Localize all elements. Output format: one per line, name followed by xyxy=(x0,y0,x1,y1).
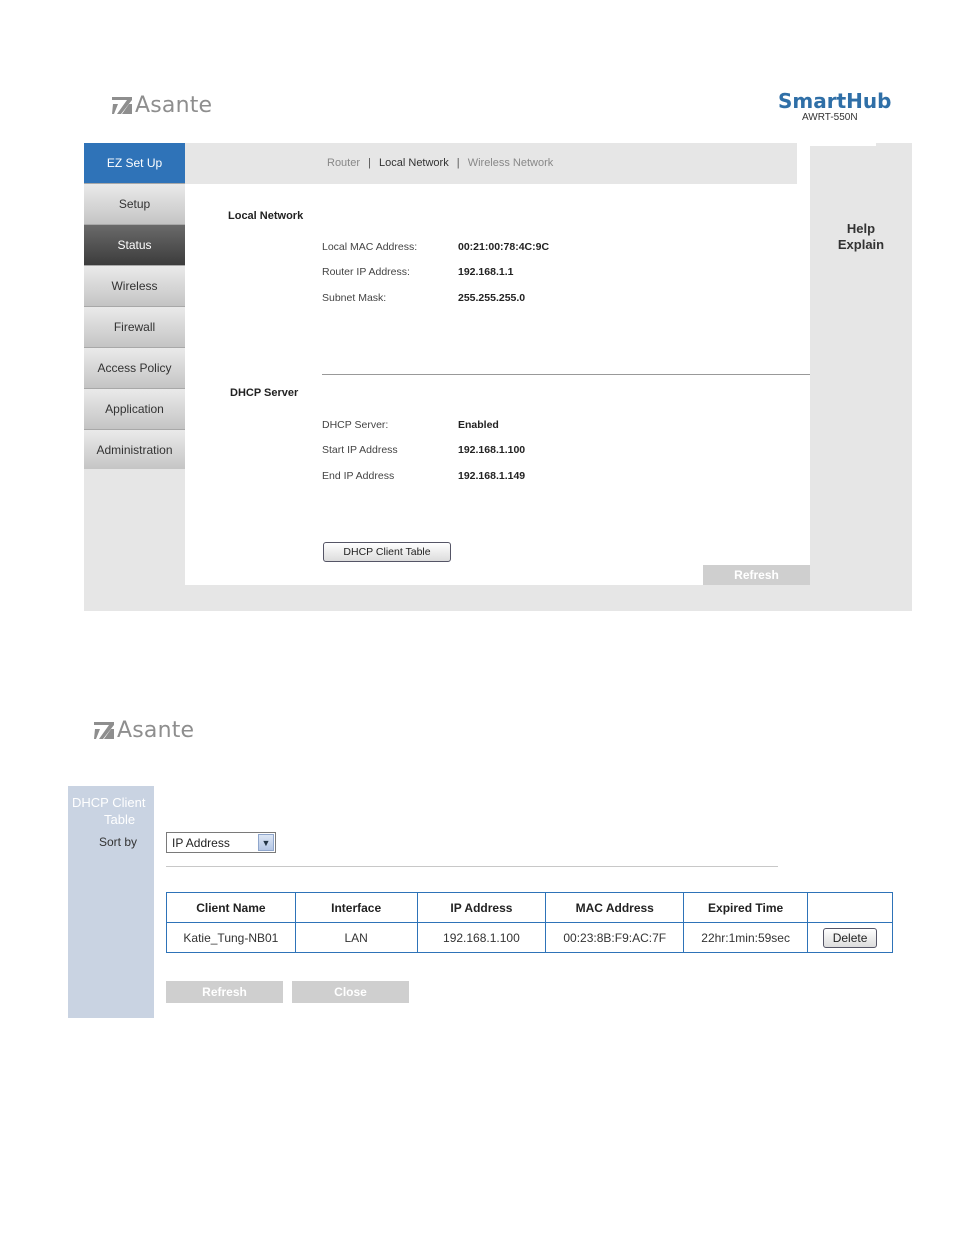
title-line-1: DHCP Client xyxy=(72,795,146,810)
dhcp-client-table: Client Name Interface IP Address MAC Add… xyxy=(166,892,893,953)
help-column xyxy=(810,143,912,585)
col-interface: Interface xyxy=(294,892,418,923)
nav-item-status[interactable]: Status xyxy=(84,225,185,266)
section-divider xyxy=(322,374,810,375)
help-explain[interactable]: Help Explain xyxy=(810,221,912,253)
subnav: Router | Local Network | Wireless Networ… xyxy=(327,157,553,169)
start-ip-value: 192.168.1.100 xyxy=(458,444,526,456)
end-ip-value: 192.168.1.149 xyxy=(458,470,526,482)
local-mac-value: 00:21:00:78:4C:9C xyxy=(458,241,550,253)
smarthub-brand: SmartHub AWRT-550N xyxy=(778,90,891,123)
subnet-mask-label: Subnet Mask: xyxy=(322,292,387,304)
table-row: Katie_Tung-NB01 LAN 192.168.1.100 00:23:… xyxy=(166,922,893,953)
nav-item-application[interactable]: Application xyxy=(84,389,185,430)
end-ip-label: End IP Address xyxy=(322,470,395,482)
logo-text: Asante xyxy=(117,718,195,743)
local-network-title: Local Network xyxy=(228,210,304,222)
explain-label: Explain xyxy=(837,237,885,252)
sidebar-filler xyxy=(84,469,185,585)
col-client-name: Client Name xyxy=(166,892,296,923)
chevron-down-icon[interactable]: ▼ xyxy=(258,834,274,851)
router-ip-label: Router IP Address: xyxy=(322,266,410,278)
sidebar-nav: EZ Set Up Setup Status Wireless Firewall… xyxy=(84,143,185,471)
close-button[interactable]: Close xyxy=(292,981,409,1003)
col-ip-address: IP Address xyxy=(416,892,547,923)
cell-expired-time: 22hr:1min:59sec xyxy=(683,922,809,953)
dhcp-client-table-button[interactable]: DHCP Client Table xyxy=(323,542,451,562)
asante-logo: Asante xyxy=(112,93,212,118)
delete-button[interactable]: Delete xyxy=(822,927,878,948)
local-mac-label: Local MAC Address: xyxy=(322,241,418,253)
nav-item-access-policy[interactable]: Access Policy xyxy=(84,348,185,389)
refresh-button[interactable]: Refresh xyxy=(166,981,283,1003)
nav-item-firewall[interactable]: Firewall xyxy=(84,307,185,348)
dhcp-server-title: DHCP Server xyxy=(230,387,299,399)
col-expired-time: Expired Time xyxy=(683,892,809,923)
divider xyxy=(166,866,778,867)
cell-client-name: Katie_Tung-NB01 xyxy=(166,922,296,953)
table-header-row: Client Name Interface IP Address MAC Add… xyxy=(166,892,893,923)
sort-by-value: IP Address xyxy=(172,835,230,850)
subnav-separator: | xyxy=(368,157,371,169)
col-action xyxy=(807,892,893,923)
brand-name: SmartHub xyxy=(778,89,892,113)
refresh-button[interactable]: Refresh xyxy=(703,565,810,585)
asante-logo-icon xyxy=(112,97,132,114)
start-ip-label: Start IP Address xyxy=(322,444,398,456)
cell-ip-address: 192.168.1.100 xyxy=(416,922,547,953)
router-ip-value: 192.168.1.1 xyxy=(458,266,514,278)
cell-mac-address: 00:23:8B:F9:AC:7F xyxy=(545,922,685,953)
logo-text: Asante xyxy=(135,93,213,118)
dhcp-server-label: DHCP Server: xyxy=(322,419,389,431)
cell-action: Delete xyxy=(807,922,893,953)
sort-by-select[interactable]: IP Address ▼ xyxy=(166,832,276,853)
subnet-mask-value: 255.255.255.0 xyxy=(458,292,526,304)
asante-logo: Asante xyxy=(94,718,194,743)
nav-item-setup[interactable]: Setup xyxy=(84,184,185,225)
help-label: Help xyxy=(846,221,876,236)
col-mac-address: MAC Address xyxy=(545,892,685,923)
nav-item-ez-setup[interactable]: EZ Set Up xyxy=(84,143,185,184)
cell-interface: LAN xyxy=(294,922,418,953)
sort-by-label: Sort by xyxy=(99,835,138,849)
brand-notch xyxy=(798,143,876,146)
subnav-wireless-network-link[interactable]: Wireless Network xyxy=(468,157,554,169)
dhcp-client-table-title: DHCP Client Table xyxy=(72,794,172,828)
brand-model: AWRT-550N xyxy=(802,112,858,123)
subnav-separator: | xyxy=(456,157,460,169)
subnav-router-link[interactable]: Router xyxy=(327,157,360,169)
asante-logo-icon xyxy=(94,722,114,739)
footer-strip xyxy=(84,585,912,611)
nav-item-administration[interactable]: Administration xyxy=(84,430,185,471)
subnav-local-network-link[interactable]: Local Network xyxy=(379,157,449,169)
title-line-2: Table xyxy=(104,812,136,827)
nav-item-wireless[interactable]: Wireless xyxy=(84,266,185,307)
dhcp-server-value: Enabled xyxy=(458,419,499,431)
